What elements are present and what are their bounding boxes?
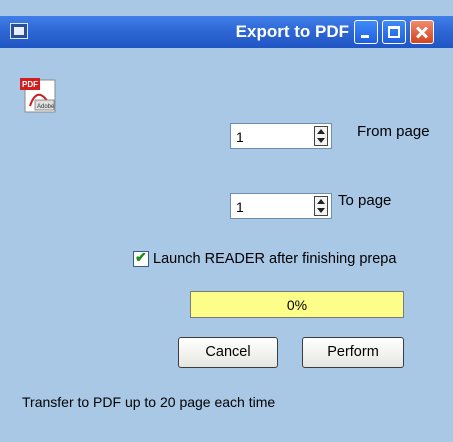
from-page-value[interactable]: 1 <box>236 129 244 145</box>
checkmark-icon: ✔ <box>135 249 147 265</box>
maximize-icon[interactable] <box>382 20 406 44</box>
window-title: Export to PDF <box>235 22 349 41</box>
spin-down-icon[interactable] <box>317 208 325 213</box>
spin-up-icon[interactable] <box>317 129 325 134</box>
pdf-icon-subtext: Adobe <box>37 104 55 110</box>
cancel-button[interactable]: Cancel <box>178 337 278 368</box>
progress-text: 0% <box>286 297 308 313</box>
from-page-spinner[interactable]: 1 <box>230 123 332 149</box>
from-page-spin-buttons[interactable] <box>314 126 328 146</box>
minimize-icon[interactable] <box>354 20 378 44</box>
title-bar[interactable]: Export to PDF <box>0 16 453 48</box>
to-page-value[interactable]: 1 <box>236 199 244 215</box>
app-window-icon[interactable] <box>10 23 28 39</box>
close-icon[interactable] <box>410 20 434 44</box>
perform-button[interactable]: Perform <box>302 337 404 368</box>
spin-up-icon[interactable] <box>317 199 325 204</box>
from-page-label: From page <box>357 123 430 140</box>
pdf-icon-text: PDF <box>22 80 38 89</box>
export-dialog: Export to PDF Adobe PDF 1 From page 1 To… <box>0 0 453 442</box>
to-page-spin-buttons[interactable] <box>314 196 328 216</box>
info-text: Transfer to PDF up to 20 page each time <box>22 394 276 410</box>
pdf-adobe-icon: Adobe PDF <box>20 78 56 113</box>
to-page-spinner[interactable]: 1 <box>230 193 332 219</box>
spin-down-icon[interactable] <box>317 138 325 143</box>
launch-reader-label[interactable]: Launch READER after finishing prepa <box>153 251 401 267</box>
progress-bar: 0% <box>190 291 404 318</box>
launch-reader-checkbox[interactable]: ✔ <box>133 249 149 267</box>
to-page-label: To page <box>338 192 392 209</box>
